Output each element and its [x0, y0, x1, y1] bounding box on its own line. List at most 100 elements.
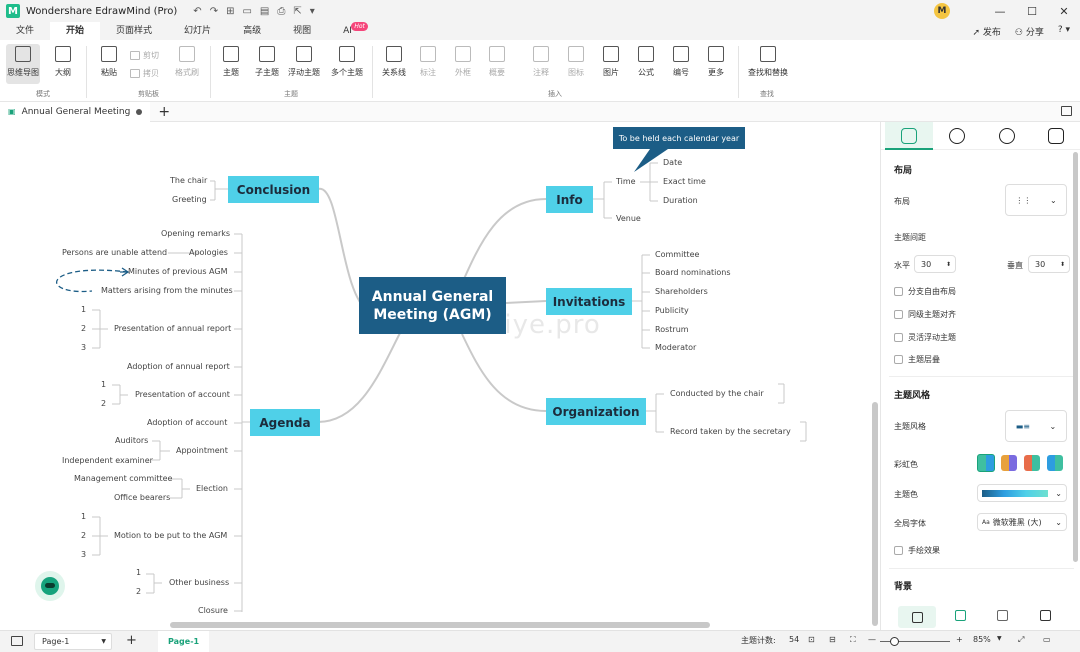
tab-page-style[interactable]: 页面样式: [100, 22, 168, 40]
layout-tab-icon[interactable]: [901, 128, 917, 144]
undo-icon[interactable]: ↶: [193, 6, 201, 17]
share-button[interactable]: ⚇ 分享: [1015, 25, 1044, 38]
redo-icon[interactable]: ↷: [210, 6, 218, 17]
presentation-icon[interactable]: ▭: [1043, 635, 1051, 644]
horizontal-spacing-input[interactable]: 30 ⬍: [914, 255, 956, 273]
floating-topic-button[interactable]: 浮动主题: [287, 44, 321, 84]
rainbow-option-1[interactable]: [977, 454, 995, 472]
subtopic[interactable]: Minutes of previous AGM: [128, 267, 227, 276]
subtopic[interactable]: Conducted by the chair: [670, 389, 764, 398]
summary-button[interactable]: 概要: [480, 44, 514, 84]
topic-conclusion[interactable]: Conclusion: [228, 176, 319, 203]
ai-sparkle-tab-icon[interactable]: [949, 128, 965, 144]
subtopic-button[interactable]: 子主题: [250, 44, 284, 84]
subtopic[interactable]: Matters arising from the minutes: [101, 286, 233, 295]
free-layout-checkbox[interactable]: 分支自由布局: [894, 286, 956, 297]
user-avatar[interactable]: M: [934, 3, 950, 19]
topic-invitations[interactable]: Invitations: [546, 288, 632, 315]
topic-agenda[interactable]: Agenda: [250, 409, 320, 436]
subtopic[interactable]: The chair: [170, 176, 207, 185]
vertical-scrollbar[interactable]: [872, 402, 878, 626]
stepper-icon[interactable]: ⬍: [1060, 261, 1065, 268]
minimize-button[interactable]: —: [984, 5, 1016, 18]
fullscreen-mode-icon[interactable]: ⤢: [1018, 635, 1024, 645]
subtopic[interactable]: Persons are unable attend: [62, 248, 167, 257]
relation-button[interactable]: 关系线: [377, 44, 411, 84]
icon-tab-icon[interactable]: [999, 128, 1015, 144]
cut-button[interactable]: 剪切: [130, 50, 159, 61]
print-icon[interactable]: ⎙: [277, 6, 285, 17]
mindmap-canvas[interactable]: baiye.pro Annual General Meeting (AGM) C…: [0, 122, 880, 630]
subtopic[interactable]: Moderator: [655, 343, 696, 352]
subtopic[interactable]: Date: [663, 158, 682, 167]
note-button[interactable]: 注释: [524, 44, 558, 84]
toggle-panel-icon[interactable]: [1061, 106, 1072, 116]
subtopic[interactable]: Venue: [616, 214, 641, 223]
unsaved-dot-icon[interactable]: [136, 108, 143, 115]
subtopic[interactable]: Election: [196, 484, 228, 493]
tab-ai[interactable]: AI Hot: [327, 22, 368, 40]
zoom-in-icon[interactable]: +: [956, 635, 963, 644]
subtopic[interactable]: 2: [81, 531, 86, 540]
export-icon[interactable]: ⇱: [293, 6, 301, 17]
bg-image-icon[interactable]: [1040, 610, 1051, 621]
subtopic[interactable]: Duration: [663, 196, 698, 205]
callout-note[interactable]: To be held each calendar year: [613, 127, 745, 149]
close-button[interactable]: ✕: [1048, 5, 1080, 18]
tab-view[interactable]: 视图: [277, 22, 327, 40]
bg-color-icon[interactable]: [955, 610, 966, 621]
open-icon[interactable]: ▭: [242, 6, 251, 17]
ai-assistant-button[interactable]: [35, 571, 65, 601]
subtopic[interactable]: 3: [81, 343, 86, 352]
new-icon[interactable]: ⊞: [226, 6, 234, 17]
copy-button[interactable]: 拷贝: [130, 68, 159, 79]
image-button[interactable]: 图片: [594, 44, 628, 84]
subtopic[interactable]: Board nominations: [655, 268, 731, 277]
subtopic[interactable]: Committee: [655, 250, 699, 259]
tab-home[interactable]: 开始: [50, 22, 101, 40]
topic-organization[interactable]: Organization: [546, 398, 646, 425]
subtopic[interactable]: 2: [136, 587, 141, 596]
zoom-out-icon[interactable]: —: [868, 635, 876, 644]
rainbow-option-4[interactable]: [1047, 455, 1063, 471]
boundary-button[interactable]: 外框: [446, 44, 480, 84]
settings-tab-icon[interactable]: [1048, 128, 1064, 144]
find-replace-button[interactable]: 查找和替换: [744, 44, 792, 84]
subtopic[interactable]: 2: [101, 399, 106, 408]
bg-none-option[interactable]: [898, 606, 936, 628]
fit-page-icon[interactable]: ⊡: [808, 635, 815, 644]
subtopic[interactable]: Greeting: [172, 195, 207, 204]
multiple-topics-button[interactable]: 多个主题: [330, 44, 364, 84]
subtopic[interactable]: 2: [81, 324, 86, 333]
tab-advanced[interactable]: 高级: [227, 22, 277, 40]
maximize-button[interactable]: ☐: [1016, 5, 1048, 18]
zoom-dropdown-icon[interactable]: ▼: [997, 635, 1002, 642]
subtopic[interactable]: Publicity: [655, 306, 689, 315]
document-tab[interactable]: ▣ Annual General Meeting: [0, 101, 151, 122]
flexible-floating-checkbox[interactable]: 灵活浮动主题: [894, 332, 956, 343]
subtopic[interactable]: 1: [101, 380, 106, 389]
subtopic[interactable]: 1: [136, 568, 141, 577]
tab-file[interactable]: 文件: [0, 22, 50, 40]
help-button[interactable]: ? ▾: [1058, 25, 1070, 38]
fullscreen-icon[interactable]: ⛶: [850, 635, 856, 645]
theme-style-select[interactable]: ▬≡ ⌄: [1005, 410, 1067, 442]
hand-drawn-checkbox[interactable]: 手绘效果: [894, 545, 940, 556]
formula-button[interactable]: 公式: [629, 44, 663, 84]
subtopic[interactable]: Record taken by the secretary: [670, 427, 791, 436]
subtopic[interactable]: 3: [81, 550, 86, 559]
topic-overlap-checkbox[interactable]: 主题层叠: [894, 354, 940, 365]
paste-button[interactable]: 粘贴: [92, 44, 126, 84]
add-page-icon[interactable]: +: [126, 633, 137, 648]
subtopic[interactable]: Rostrum: [655, 325, 689, 334]
subtopic[interactable]: Motion to be put to the AGM: [114, 531, 227, 540]
subtopic[interactable]: Management committee: [74, 474, 172, 483]
subtopic[interactable]: Independent examiner: [62, 456, 153, 465]
page-panel-icon[interactable]: [11, 636, 23, 646]
customize-icon[interactable]: ▾: [310, 6, 315, 17]
callout-button[interactable]: 标注: [411, 44, 445, 84]
subtopic[interactable]: Presentation of annual report: [114, 324, 231, 333]
format-painter-button[interactable]: 格式刷: [170, 44, 204, 84]
panel-scrollbar[interactable]: [1073, 152, 1078, 562]
numbering-button[interactable]: 编号: [664, 44, 698, 84]
